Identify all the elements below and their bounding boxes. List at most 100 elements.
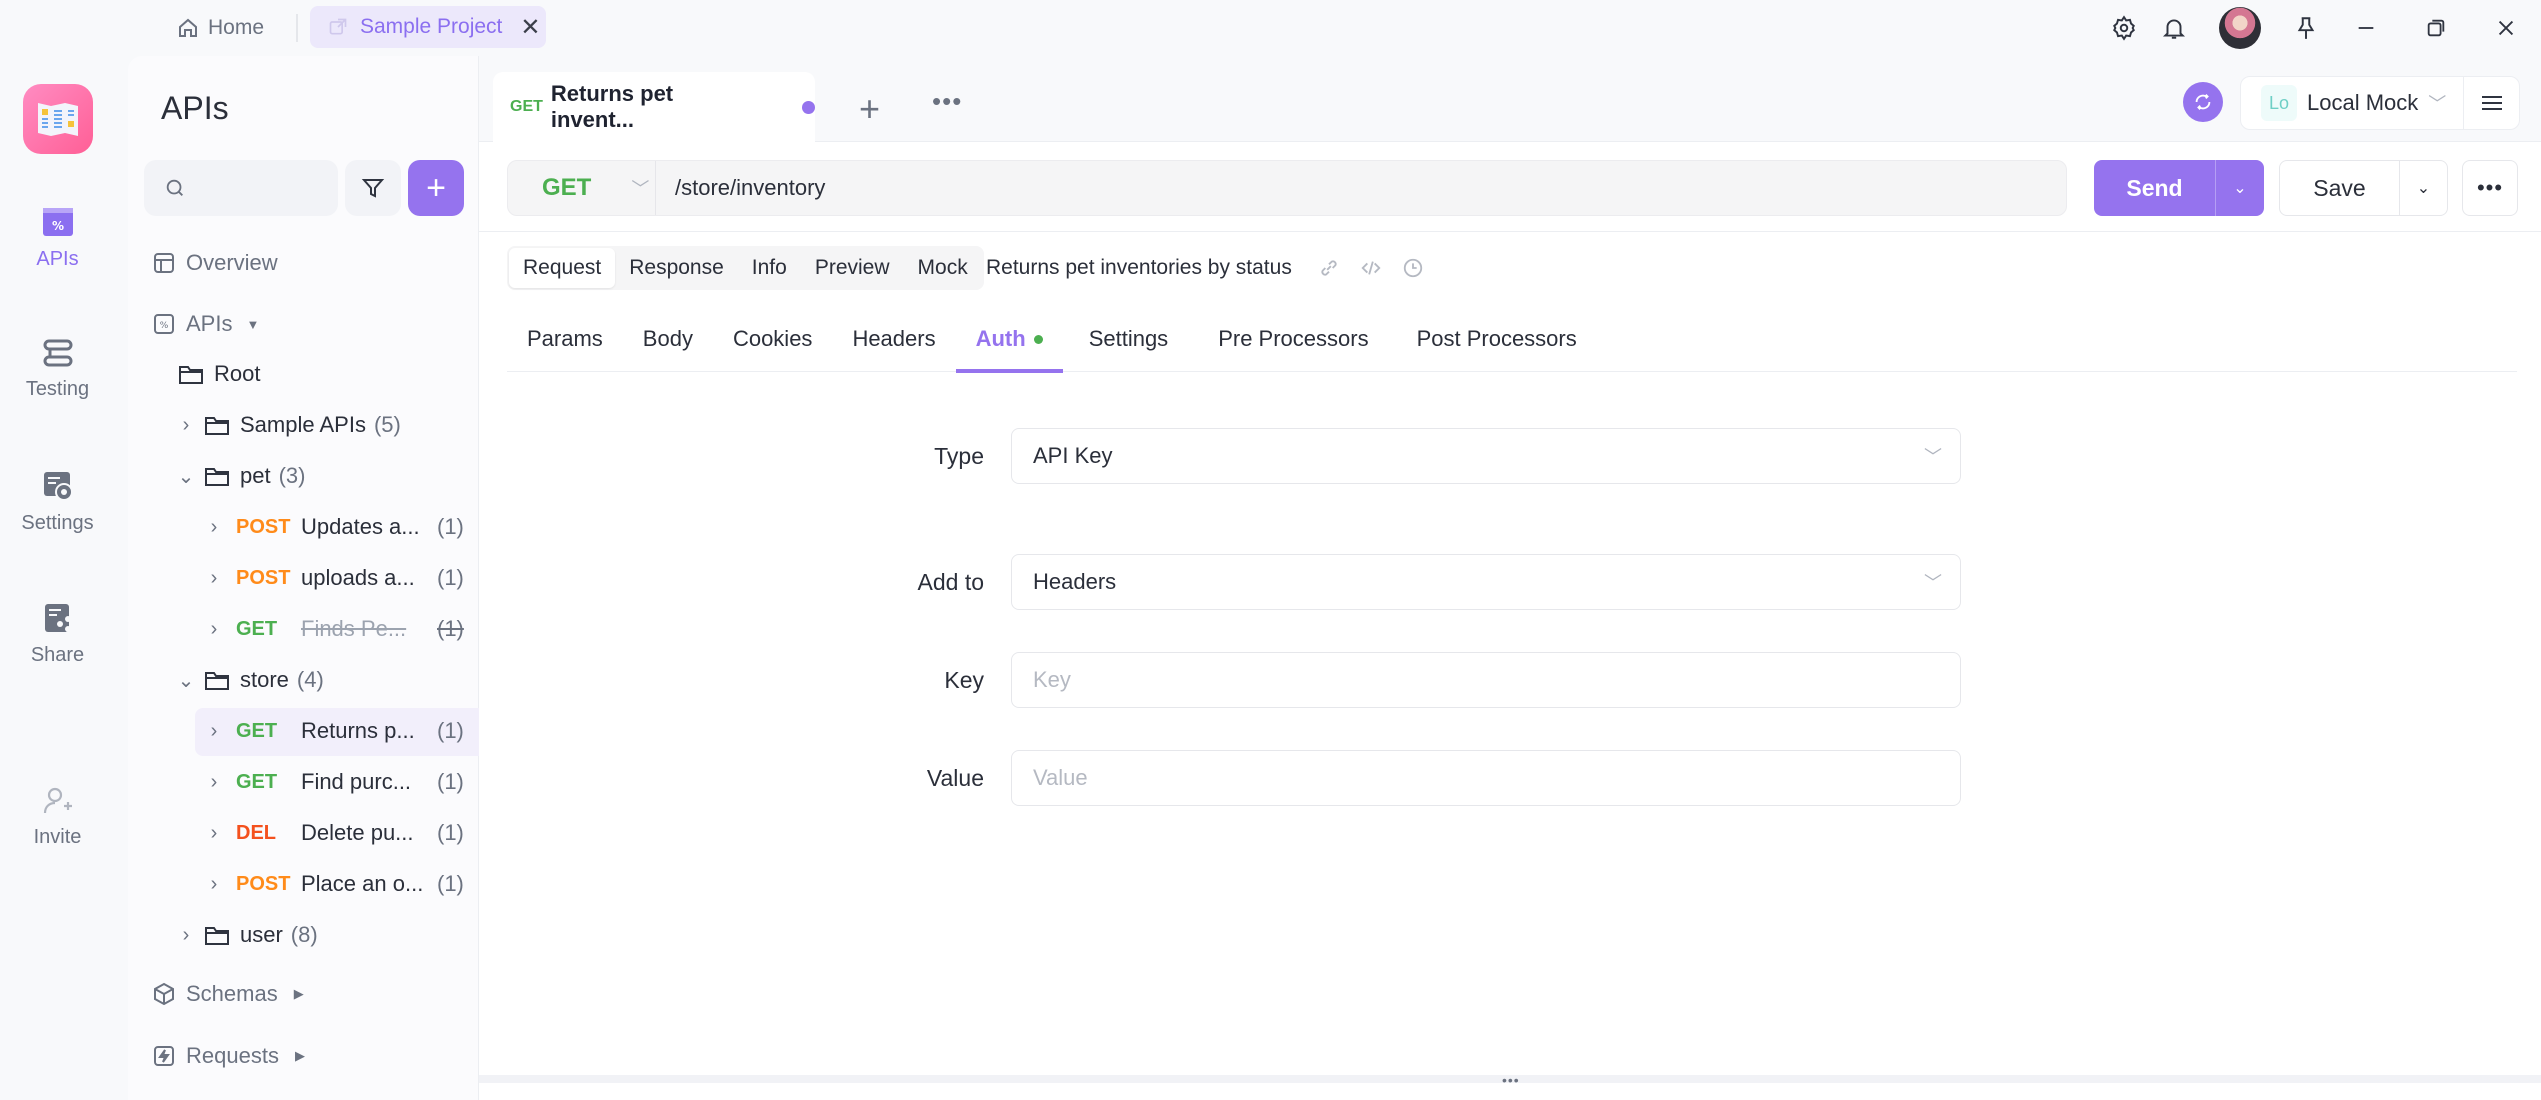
- tree-requests-section[interactable]: Requests ▶: [152, 1033, 305, 1079]
- tree-folder-store[interactable]: ⌄ store (4): [176, 657, 324, 703]
- segment-preview[interactable]: Preview: [801, 248, 904, 288]
- minimize-icon[interactable]: [2331, 0, 2401, 56]
- method-select[interactable]: GET ﹀: [508, 161, 656, 215]
- save-button[interactable]: Save ⌄: [2279, 160, 2448, 216]
- auth-type-select[interactable]: API Key ﹀: [1011, 428, 1961, 484]
- api-name: uploads a...: [301, 565, 415, 590]
- api-name: Returns p...: [301, 718, 415, 743]
- schemas-label: Schemas: [186, 981, 278, 1006]
- chevron-right-icon[interactable]: ›: [204, 618, 224, 641]
- auth-key-input[interactable]: [1011, 652, 1961, 708]
- tree-api-item[interactable]: › POST Updates a... (1): [204, 504, 464, 550]
- home-tab[interactable]: Home: [176, 12, 264, 44]
- tree-api-item[interactable]: › POST Place an o... (1): [204, 861, 464, 907]
- api-count: (1): [437, 769, 464, 794]
- filter-button[interactable]: [345, 160, 401, 216]
- search-icon: [166, 179, 183, 196]
- chevron-right-icon[interactable]: ›: [176, 924, 196, 947]
- close-window-icon[interactable]: [2471, 0, 2541, 56]
- chevron-right-icon[interactable]: ›: [176, 414, 196, 437]
- chevron-right-icon[interactable]: ›: [204, 516, 224, 539]
- segment-response[interactable]: Response: [615, 248, 738, 288]
- env-menu-button[interactable]: [2463, 77, 2519, 129]
- more-options-button[interactable]: •••: [2462, 160, 2518, 216]
- tab-auth[interactable]: Auth: [955, 306, 1063, 373]
- chevron-right-icon[interactable]: ›: [204, 567, 224, 590]
- tree-apis-section[interactable]: % APIs ▼: [152, 301, 259, 347]
- avatar[interactable]: [2219, 7, 2261, 49]
- tab-cookies[interactable]: Cookies: [713, 306, 832, 372]
- segment-mock[interactable]: Mock: [904, 248, 982, 288]
- tree-search-input[interactable]: [144, 160, 338, 216]
- method-badge: POST: [236, 872, 291, 895]
- rail-label: Settings: [21, 512, 94, 534]
- rail-label: Testing: [25, 378, 90, 400]
- tab-label: Pre Processors: [1218, 326, 1369, 351]
- environment-select[interactable]: Lo Local Mock ﹀: [2240, 76, 2520, 130]
- send-options-chevron-icon[interactable]: ⌄: [2216, 160, 2264, 216]
- tree-api-item[interactable]: › POST uploads a... (1): [204, 555, 464, 601]
- requests-label: Requests: [186, 1043, 279, 1068]
- rail-item-apis[interactable]: % APIs: [0, 206, 115, 271]
- tree-schemas-section[interactable]: Schemas ▶: [152, 971, 304, 1017]
- link-icon[interactable]: [1318, 257, 1340, 279]
- tab-settings[interactable]: Settings: [1063, 306, 1195, 372]
- tree-api-item-selected[interactable]: › GET Returns p... (1): [195, 708, 515, 756]
- auth-add-to-select[interactable]: Headers ﹀: [1011, 554, 1961, 610]
- chevron-down-icon: ﹀: [631, 179, 650, 199]
- tab-params[interactable]: Params: [507, 306, 623, 372]
- sync-button[interactable]: [2183, 82, 2223, 122]
- add-button[interactable]: +: [408, 160, 464, 216]
- send-button[interactable]: Send ⌄: [2094, 160, 2264, 216]
- tree-api-item[interactable]: › GET Find purc... (1): [204, 759, 464, 805]
- method-badge: POST: [236, 515, 291, 538]
- api-count: (1): [437, 871, 464, 896]
- chevron-right-icon[interactable]: ›: [204, 771, 224, 794]
- chevron-right-icon[interactable]: ›: [204, 873, 224, 896]
- code-icon[interactable]: [1360, 257, 1382, 279]
- bell-icon[interactable]: [2149, 0, 2199, 56]
- tab-more-icon[interactable]: •••: [932, 86, 962, 117]
- close-tab-icon[interactable]: ✕: [520, 13, 540, 42]
- rail-item-settings[interactable]: Settings: [0, 470, 115, 535]
- auth-add-to-value: Headers: [1033, 569, 1117, 594]
- chevron-right-icon[interactable]: ›: [204, 720, 224, 743]
- save-label: Save: [2280, 161, 2400, 215]
- history-icon[interactable]: [1402, 257, 1424, 279]
- drag-handle-icon[interactable]: •••: [1502, 1072, 1520, 1088]
- titlebar-divider: [296, 14, 298, 42]
- tab-pre-processors[interactable]: Pre Processors: [1194, 306, 1392, 372]
- gear-icon[interactable]: [2099, 0, 2149, 56]
- main-panel: GET Returns pet invent... + ••• Lo Local…: [479, 56, 2541, 1100]
- tree-folder-user[interactable]: › user (8): [176, 912, 318, 958]
- tab-body[interactable]: Body: [623, 306, 713, 372]
- chevron-down-icon[interactable]: ⌄: [176, 464, 196, 489]
- segment-request[interactable]: Request: [509, 248, 616, 288]
- rail-item-testing[interactable]: Testing: [0, 338, 115, 401]
- new-tab-button[interactable]: +: [859, 88, 880, 130]
- caret-down-icon: ▼: [246, 316, 260, 332]
- rail-item-share[interactable]: Share: [0, 602, 115, 667]
- segment-info[interactable]: Info: [738, 248, 801, 288]
- divider: [479, 231, 2541, 232]
- restore-icon[interactable]: [2401, 0, 2471, 56]
- chevron-right-icon[interactable]: ›: [204, 822, 224, 845]
- pin-icon[interactable]: [2281, 0, 2331, 56]
- tree-api-item-deprecated[interactable]: › GET Finds Pe... (1): [204, 606, 464, 652]
- save-options-chevron-icon[interactable]: ⌄: [2400, 161, 2447, 215]
- chevron-down-icon[interactable]: ⌄: [176, 668, 196, 693]
- tree-api-item[interactable]: › DEL Delete pu... (1): [204, 810, 464, 856]
- svg-text:%: %: [160, 321, 169, 331]
- url-input[interactable]: [675, 175, 1975, 201]
- project-tab[interactable]: Sample Project ✕: [310, 6, 546, 48]
- tab-post-processors[interactable]: Post Processors: [1393, 306, 1601, 372]
- request-tab[interactable]: GET Returns pet invent...: [493, 72, 815, 142]
- rail-item-invite[interactable]: Invite: [0, 786, 115, 849]
- auth-value-input[interactable]: [1011, 750, 1961, 806]
- tab-headers[interactable]: Headers: [832, 306, 955, 372]
- tree-root[interactable]: Root: [178, 351, 260, 397]
- tree-overview[interactable]: Overview: [152, 240, 278, 286]
- tab-method: GET: [510, 98, 543, 115]
- tree-folder-pet[interactable]: ⌄ pet (3): [176, 453, 306, 499]
- tree-folder-sample-apis[interactable]: › Sample APIs (5): [176, 402, 401, 448]
